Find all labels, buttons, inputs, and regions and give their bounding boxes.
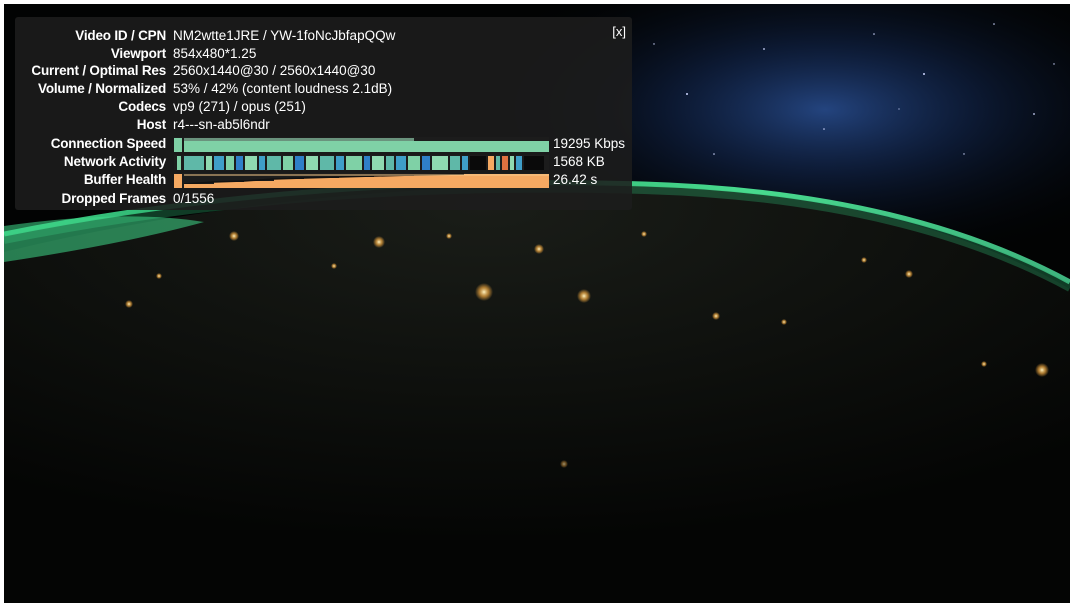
stats-for-nerds-panel: [x] Video ID / CPN NM2wtte1JRE / YW-1foN… bbox=[15, 17, 632, 210]
connection-speed-value: 19295 Kbps bbox=[553, 136, 626, 151]
close-stats-button[interactable]: [x] bbox=[612, 24, 626, 39]
stats-value: 0/1556 bbox=[173, 191, 215, 206]
stats-label: Buffer Health bbox=[83, 172, 166, 187]
connection-speed-graph bbox=[174, 137, 549, 152]
stats-label: Connection Speed bbox=[50, 136, 167, 151]
stats-value: 2560x1440@30 / 2560x1440@30 bbox=[173, 63, 376, 78]
buffer-health-graph bbox=[174, 173, 549, 188]
stats-label: Video ID / CPN bbox=[75, 28, 166, 43]
network-activity-value: 1568 KB bbox=[553, 154, 605, 169]
video-player[interactable]: [x] Video ID / CPN NM2wtte1JRE / YW-1foN… bbox=[4, 4, 1070, 603]
stats-value: 53% / 42% (content loudness 2.1dB) bbox=[173, 81, 393, 96]
stats-label: Codecs bbox=[118, 99, 166, 114]
buffer-health-value: 26.42 s bbox=[553, 172, 598, 187]
network-activity-graph bbox=[174, 155, 549, 170]
stats-label: Network Activity bbox=[63, 154, 166, 169]
stats-value: vp9 (271) / opus (251) bbox=[173, 99, 306, 114]
stats-value: NM2wtte1JRE / YW-1foNcJbfapQQw bbox=[173, 28, 396, 43]
stats-value: 854x480*1.25 bbox=[173, 46, 257, 61]
stats-label: Viewport bbox=[110, 46, 166, 61]
stats-label: Dropped Frames bbox=[61, 191, 167, 206]
stats-label: Host bbox=[136, 117, 166, 132]
stats-value: r4---sn-ab5l6ndr bbox=[173, 117, 270, 132]
stats-label: Current / Optimal Res bbox=[31, 63, 166, 78]
stats-label: Volume / Normalized bbox=[38, 81, 166, 96]
